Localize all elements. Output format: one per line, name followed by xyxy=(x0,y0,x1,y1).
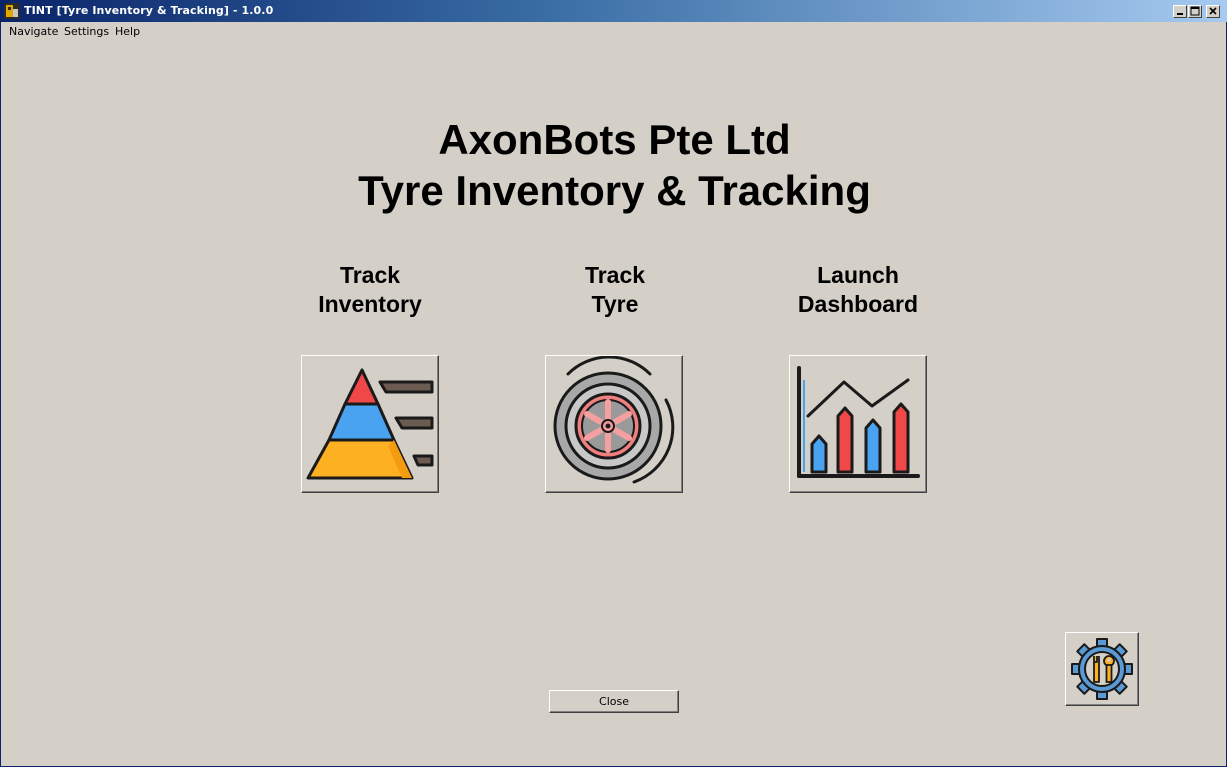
track-tyre-button[interactable] xyxy=(545,355,683,493)
close-button[interactable]: Close xyxy=(549,690,679,713)
launch-dashboard-label-line1: Launch xyxy=(817,262,899,288)
close-window-button[interactable] xyxy=(1206,5,1220,18)
launch-dashboard-label-line2: Dashboard xyxy=(797,291,919,317)
company-name: AxonBots Pte Ltd xyxy=(438,116,791,163)
track-inventory-label-line1: Track xyxy=(339,262,401,288)
launch-dashboard-label: Launch Dashboard xyxy=(758,261,958,319)
window-title: TINT [Tyre Inventory & Tracking] - 1.0.0 xyxy=(24,4,274,17)
pyramid-chart-icon xyxy=(306,368,434,480)
menu-navigate[interactable]: Navigate xyxy=(9,25,58,38)
track-tyre-label-line2: Tyre xyxy=(591,291,639,317)
minimize-icon xyxy=(1177,13,1183,15)
menu-bar: Navigate Settings Help xyxy=(1,22,1226,41)
title-bar[interactable]: TINT [Tyre Inventory & Tracking] - 1.0.0 xyxy=(1,0,1227,22)
application-window: TINT [Tyre Inventory & Tracking] - 1.0.0… xyxy=(0,0,1227,767)
settings-button[interactable] xyxy=(1065,632,1139,706)
maximize-button[interactable] xyxy=(1188,5,1202,18)
menu-help[interactable]: Help xyxy=(115,25,140,38)
maximize-icon xyxy=(1190,6,1200,16)
app-icon xyxy=(4,3,20,19)
app-subtitle: Tyre Inventory & Tracking xyxy=(358,167,871,214)
gear-wrench-icon xyxy=(1071,638,1133,700)
launch-dashboard-button[interactable] xyxy=(789,355,927,493)
track-inventory-button[interactable] xyxy=(301,355,439,493)
track-tyre-label-line1: Track xyxy=(584,262,646,288)
tyre-icon xyxy=(553,356,675,484)
minimize-button[interactable] xyxy=(1173,5,1187,18)
track-inventory-label-line2: Inventory xyxy=(318,291,422,317)
close-icon xyxy=(1209,7,1217,15)
track-inventory-label: Track Inventory xyxy=(270,261,470,319)
track-tyre-label: Track Tyre xyxy=(515,261,715,319)
menu-settings[interactable]: Settings xyxy=(64,25,109,38)
bar-line-chart-icon xyxy=(797,366,920,478)
